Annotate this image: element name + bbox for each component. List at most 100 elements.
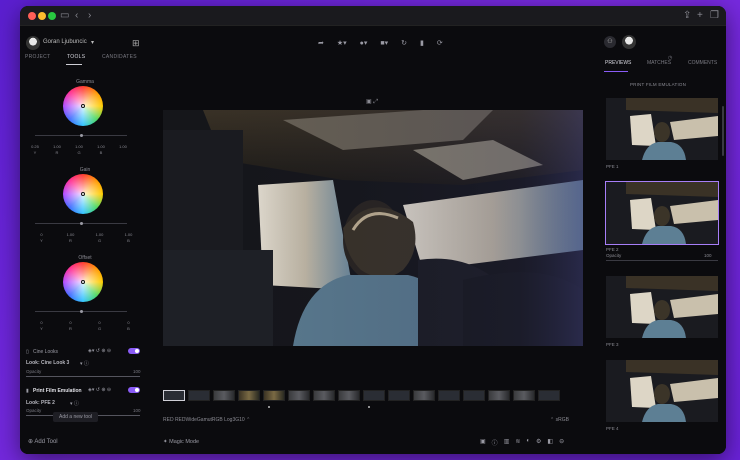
user-avatar[interactable]: [26, 36, 40, 50]
rotate-icon[interactable]: ↻: [401, 39, 407, 47]
print-film-opacity-value[interactable]: 100: [133, 408, 141, 413]
previews-scrollbar[interactable]: [722, 106, 724, 156]
print-film-dropdown-icon[interactable]: ▾ ⓘ: [70, 400, 79, 407]
star-rating-icon[interactable]: ★▾: [337, 39, 347, 47]
tab-previews[interactable]: PREVIEWS: [605, 60, 631, 66]
user-name[interactable]: Goran Ljubuncic: [43, 39, 87, 45]
offset-value-2[interactable]: 0: [85, 320, 114, 325]
gamma-value-0[interactable]: 0.25: [24, 144, 46, 149]
gain-wheel-handle[interactable]: [81, 192, 85, 196]
filmstrip-thumb[interactable]: [163, 390, 185, 401]
zoom-window-button[interactable]: [48, 12, 56, 20]
gain-slider-knob[interactable]: [80, 222, 83, 225]
share-icon[interactable]: ⇪: [683, 9, 691, 23]
main-photo[interactable]: [163, 110, 583, 346]
sidebar-toggle-icon[interactable]: ▭: [60, 9, 69, 23]
split-view-icon[interactable]: ◧: [547, 438, 553, 447]
grid-icon[interactable]: ⊞: [132, 38, 140, 49]
gamma-value-3[interactable]: 1.00: [90, 144, 112, 149]
drag-handle-icon[interactable]: ▮: [26, 388, 29, 394]
cine-looks-dropdown-icon[interactable]: ▾ ⓘ: [80, 360, 89, 367]
preview-thumbnail[interactable]: [606, 276, 718, 338]
filmstrip-thumb[interactable]: [238, 390, 260, 401]
viewer-mode-icons[interactable]: ▣ ⤢: [366, 98, 378, 106]
histogram-icon[interactable]: ▥: [504, 438, 510, 447]
tab-candidates[interactable]: CANDIDATES: [102, 54, 137, 60]
filmstrip-thumb[interactable]: [413, 390, 435, 401]
delete-tool-icon[interactable]: ▯: [26, 349, 29, 355]
exposure-icon[interactable]: ◐: [526, 438, 530, 447]
filmstrip-marker: [268, 406, 270, 408]
filmstrip-thumb[interactable]: [288, 390, 310, 401]
add-user-icon[interactable]: ⚇: [604, 36, 616, 48]
magic-mode-button[interactable]: ✦ Magic Mode: [163, 439, 199, 445]
forward-icon[interactable]: ›: [88, 9, 91, 23]
tab-project[interactable]: PROJECT: [25, 54, 50, 60]
cine-looks-look-selector[interactable]: Look: Cine Look 3: [26, 360, 69, 366]
tab-comments[interactable]: COMMENTS: [688, 60, 717, 66]
share-arrow-icon[interactable]: ➦: [318, 39, 324, 47]
compare-icon[interactable]: ▣: [480, 438, 486, 447]
offset-value-3[interactable]: 0: [114, 320, 143, 325]
adjust-icon[interactable]: ⚙: [536, 438, 541, 447]
waveform-icon[interactable]: ≋: [515, 438, 520, 447]
more-icon[interactable]: ⊖: [559, 438, 564, 447]
user-menu-chevron-icon[interactable]: ▾: [91, 39, 94, 46]
filmstrip-thumb[interactable]: [388, 390, 410, 401]
preview-opacity-value[interactable]: 100: [704, 253, 712, 258]
filmstrip-thumb[interactable]: [513, 390, 535, 401]
cine-looks-actions-icon[interactable]: ◈▾ ↺ ⊕ ⊖: [88, 348, 111, 354]
gain-value-3[interactable]: 1.00: [114, 232, 143, 237]
filmstrip-thumb[interactable]: [463, 390, 485, 401]
offset-wheel-handle[interactable]: [81, 280, 85, 284]
filmstrip-thumb[interactable]: [188, 390, 210, 401]
gamma-value-4[interactable]: 1.00: [112, 144, 134, 149]
output-colorspace-selector[interactable]: ⌃ sRGB: [550, 417, 569, 423]
new-tab-icon[interactable]: +: [697, 9, 703, 23]
input-colorspace-selector[interactable]: RED REDWideGamutRGB Log3G10 ⌃: [163, 417, 250, 423]
filmstrip-thumb[interactable]: [338, 390, 360, 401]
trash-icon[interactable]: ▮: [420, 39, 424, 47]
close-window-button[interactable]: [28, 12, 36, 20]
cine-looks-opacity-slider[interactable]: [26, 376, 140, 377]
minimize-window-button[interactable]: [38, 12, 46, 20]
color-label-icon[interactable]: ●▾: [360, 39, 368, 47]
filmstrip-thumb[interactable]: [438, 390, 460, 401]
print-film-actions-icon[interactable]: ◈▾ ↺ ⊕ ⊖: [88, 387, 111, 393]
gamma-wheel-handle[interactable]: [81, 104, 85, 108]
gamma-value-1[interactable]: 1.00: [46, 144, 68, 149]
cine-looks-toggle[interactable]: [128, 348, 140, 354]
camera-icon[interactable]: ■▾: [380, 39, 388, 47]
filmstrip-thumb[interactable]: [263, 390, 285, 401]
gain-value-2[interactable]: 1.00: [85, 232, 114, 237]
tab-overview-icon[interactable]: ❐: [710, 9, 719, 23]
offset-slider-knob[interactable]: [80, 310, 83, 313]
filmstrip-thumb[interactable]: [313, 390, 335, 401]
gamma-color-wheel[interactable]: [63, 86, 103, 126]
add-tool-button[interactable]: ⊕ Add Tool: [28, 438, 58, 445]
offset-value-1[interactable]: 0: [56, 320, 85, 325]
offset-color-wheel[interactable]: [63, 262, 103, 302]
gamma-value-2[interactable]: 1.00: [68, 144, 90, 149]
filmstrip-thumb[interactable]: [538, 390, 560, 401]
sync-icon[interactable]: ⟳: [437, 39, 443, 47]
collaborator-avatar[interactable]: [622, 35, 636, 49]
filmstrip-thumb[interactable]: [363, 390, 385, 401]
filmstrip-thumb[interactable]: [213, 390, 235, 401]
cine-looks-opacity-value[interactable]: 100: [133, 369, 141, 374]
info-icon[interactable]: ⓘ: [492, 438, 498, 447]
print-film-toggle[interactable]: [128, 387, 140, 393]
back-icon[interactable]: ‹: [75, 9, 78, 23]
gain-color-wheel[interactable]: [63, 174, 103, 214]
print-film-look-selector[interactable]: Look: PFE 2: [26, 400, 55, 406]
gain-value-1[interactable]: 1.00: [56, 232, 85, 237]
tab-tools[interactable]: TOOLS: [67, 54, 85, 60]
preview-thumbnail[interactable]: [606, 360, 718, 422]
filmstrip-thumb[interactable]: [488, 390, 510, 401]
gamma-slider-knob[interactable]: [80, 134, 83, 137]
gain-value-0[interactable]: 0: [27, 232, 56, 237]
preview-thumbnail-selected[interactable]: [605, 181, 719, 245]
preview-opacity-slider[interactable]: [606, 260, 718, 261]
preview-thumbnail[interactable]: [606, 98, 718, 160]
offset-value-0[interactable]: 0: [27, 320, 56, 325]
